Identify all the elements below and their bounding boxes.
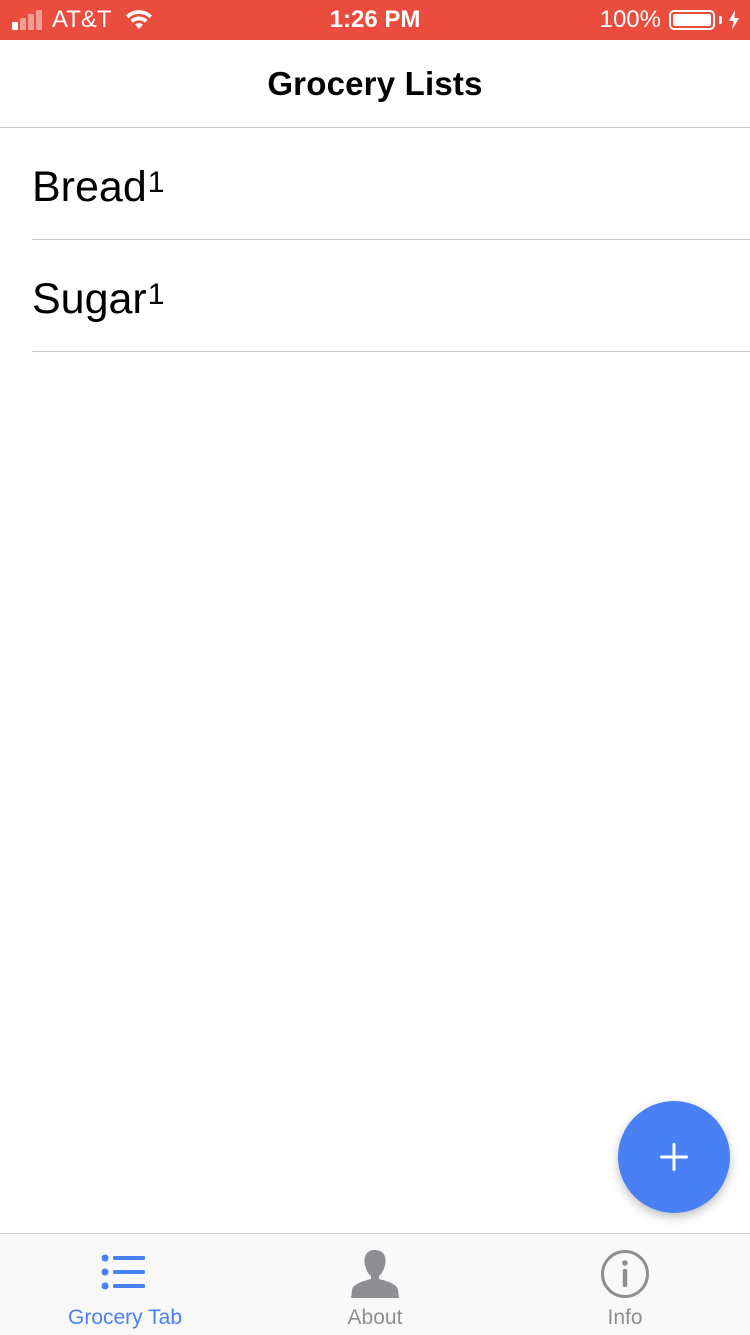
list-divider bbox=[32, 351, 750, 352]
add-list-button[interactable] bbox=[618, 1101, 730, 1213]
tab-info[interactable]: Info bbox=[500, 1234, 750, 1335]
status-right: 100% bbox=[600, 0, 740, 40]
carrier-name: AT&T bbox=[52, 6, 112, 33]
list-item-sugar[interactable]: Sugar1 bbox=[0, 240, 750, 352]
tab-bar: Grocery Tab About Info bbox=[0, 1233, 750, 1335]
plus-icon bbox=[660, 1143, 688, 1171]
list-item-bread[interactable]: Bread1 bbox=[0, 128, 750, 240]
battery-icon bbox=[669, 10, 715, 30]
signal-strength-icon bbox=[12, 10, 44, 30]
list-item-name: Sugar bbox=[32, 275, 147, 323]
tab-about[interactable]: About bbox=[250, 1234, 500, 1335]
battery-percent: 100% bbox=[599, 6, 661, 33]
tab-grocery[interactable]: Grocery Tab bbox=[0, 1234, 250, 1335]
battery-nub bbox=[719, 16, 722, 24]
page-title: Grocery Lists bbox=[267, 64, 483, 102]
tab-label: Grocery Tab bbox=[68, 1306, 182, 1329]
tab-label: Info bbox=[607, 1306, 643, 1329]
list-item-name: Bread bbox=[32, 163, 147, 211]
list-icon bbox=[99, 1248, 151, 1300]
person-icon bbox=[349, 1248, 401, 1300]
battery-fill bbox=[673, 14, 711, 26]
charging-bolt-icon bbox=[728, 10, 740, 30]
status-left: AT&T bbox=[12, 0, 154, 40]
list-item-label: Bread1 bbox=[32, 162, 164, 212]
list-item-label: Sugar1 bbox=[32, 274, 164, 324]
grocery-list: Bread1 Sugar1 bbox=[0, 128, 750, 352]
wifi-icon bbox=[124, 9, 154, 31]
status-bar: AT&T 1:26 PM 100% bbox=[0, 0, 750, 40]
info-icon bbox=[599, 1248, 651, 1300]
list-item-count-badge: 1 bbox=[147, 166, 165, 199]
navigation-bar: Grocery Lists bbox=[0, 40, 750, 128]
list-item-count-badge: 1 bbox=[147, 278, 165, 311]
tab-label: About bbox=[347, 1306, 403, 1329]
